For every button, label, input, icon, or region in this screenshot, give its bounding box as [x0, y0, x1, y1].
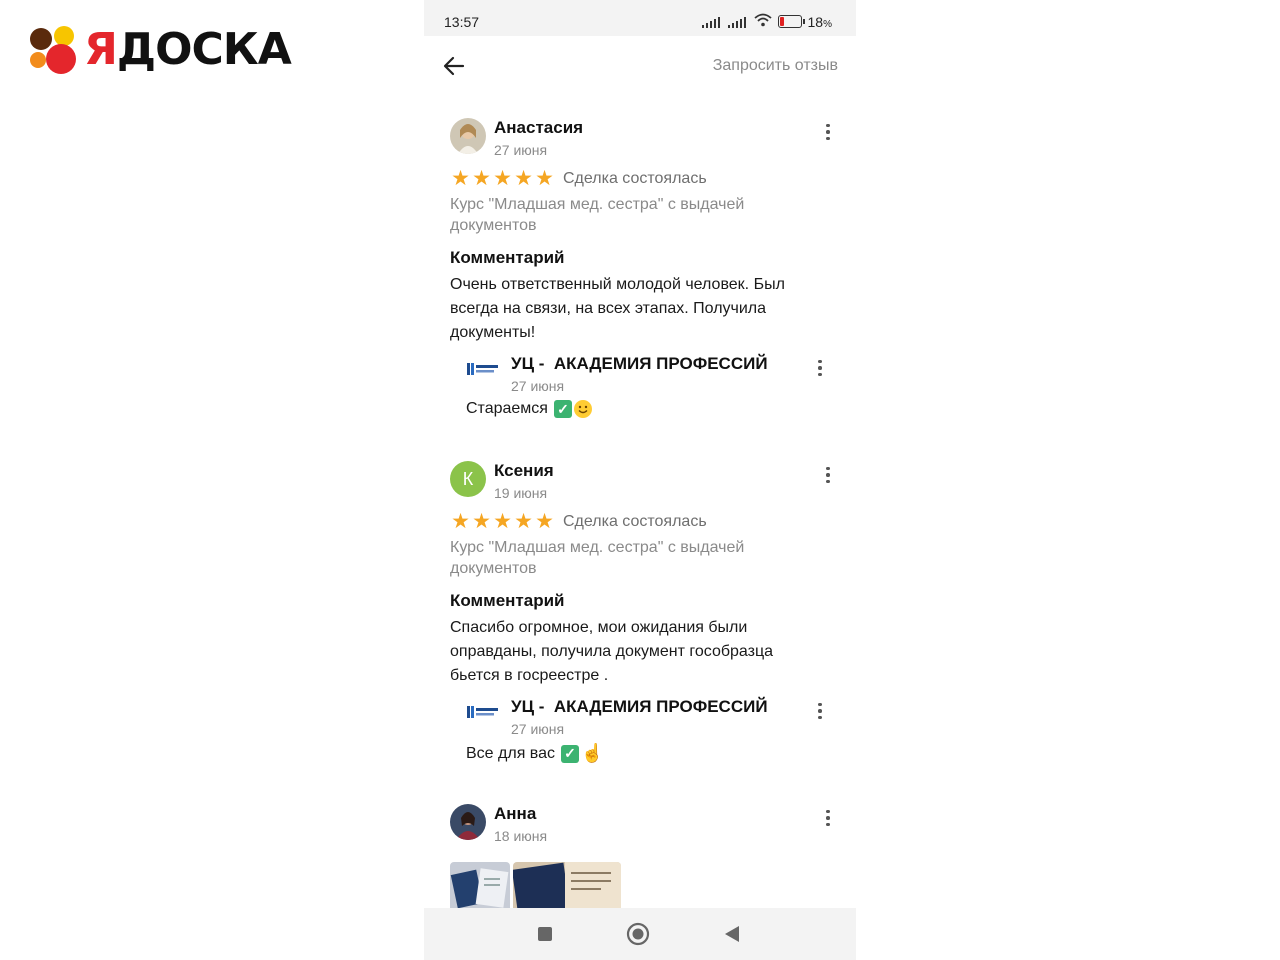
top-bar: Запросить отзыв: [424, 36, 856, 96]
system-nav-bar: [424, 908, 856, 960]
nav-back-button[interactable]: [720, 922, 744, 946]
star-icon: ★: [472, 510, 491, 533]
reply-text: Стараемся: [466, 400, 548, 417]
review-card: Анна 18 июня: [450, 804, 830, 864]
nav-recents-icon: [538, 927, 552, 941]
smile-icon: [573, 400, 592, 418]
logo-dot-yellow: [54, 26, 74, 46]
logo-dot-brown: [30, 28, 52, 50]
avatar-initial: К: [462, 468, 474, 489]
rating-stars: ★ ★ ★ ★ ★ Сделка состоялась: [450, 168, 707, 190]
nav-back-icon: [725, 926, 739, 942]
item-title[interactable]: Курс "Младшая мед. сестра" с выдачей док…: [450, 537, 790, 579]
seller-logo: [466, 703, 500, 721]
more-options-button[interactable]: [816, 120, 840, 144]
battery-icon: [777, 15, 805, 28]
reviews-list: Анастасия 27 июня ★ ★ ★ ★ ★ Сделка состо…: [424, 96, 856, 908]
reviewer-name[interactable]: Ксения: [494, 461, 554, 481]
nav-home-icon: [626, 922, 650, 946]
comment-heading: Комментарий: [450, 248, 565, 267]
check-mark-icon: ✓: [553, 400, 572, 418]
back-button[interactable]: [438, 50, 470, 82]
reply-text-row: Все для вас ✓ ☝: [466, 743, 603, 764]
avatar[interactable]: [450, 804, 486, 840]
review-card: К Ксения 19 июня ★ ★ ★ ★ ★ Сделка состоя…: [450, 461, 830, 781]
comment-text: Спасибо огромное, мои ожидания были опра…: [450, 619, 774, 684]
reply-date: 27 июня: [511, 721, 565, 737]
brand-logo: ЯДОСКА: [26, 22, 292, 78]
reply-text: Все для вас: [466, 744, 556, 762]
star-icon: ★: [514, 510, 533, 533]
comment-heading: Комментарий: [450, 591, 565, 610]
star-icon: ★: [514, 167, 533, 190]
battery-percent: 18%: [807, 13, 832, 30]
seller-reply: УЦ - АКАДЕМИЯ ПРОФЕССИЙ 27 июня Стараемс…: [466, 354, 826, 426]
deal-status: Сделка состоялась: [563, 513, 707, 530]
logo-dot-red: [46, 44, 76, 74]
status-bar: 13:57 18%: [424, 0, 856, 36]
request-review-link[interactable]: Запросить отзыв: [713, 57, 838, 75]
reply-more-options-button[interactable]: [808, 356, 832, 380]
reviewer-name[interactable]: Анастасия: [494, 118, 583, 138]
nav-recents-button[interactable]: [533, 922, 557, 946]
reply-text-row: Стараемся ✓: [466, 400, 592, 418]
review-date: 18 июня: [494, 828, 548, 844]
star-icon: ★: [451, 510, 470, 533]
reviewer-name[interactable]: Анна: [494, 804, 536, 824]
review-date: 27 июня: [494, 142, 548, 158]
seller-name[interactable]: УЦ - АКАДЕМИЯ ПРОФЕССИЙ: [511, 354, 768, 374]
signal-icon-2: [727, 16, 748, 28]
avatar[interactable]: К: [450, 461, 486, 497]
reply-more-options-button[interactable]: [808, 699, 832, 723]
check-mark-icon: ✓: [561, 744, 580, 763]
review-photos: [450, 862, 621, 908]
phone-screen: 13:57 18% Запросить отзыв Анастасия 27 и…: [424, 0, 856, 960]
star-icon: ★: [535, 167, 554, 190]
deal-status: Сделка состоялась: [563, 170, 707, 187]
wifi-icon: [753, 13, 772, 30]
comment-text: Очень ответственный молодой человек. Был…: [450, 276, 785, 341]
signal-icon: [701, 16, 722, 28]
brand-word: ДОСКА: [116, 24, 292, 75]
brand-letter: Я: [84, 24, 118, 75]
status-time: 13:57: [444, 14, 480, 30]
seller-reply: УЦ - АКАДЕМИЯ ПРОФЕССИЙ 27 июня Все для …: [466, 697, 826, 769]
avatar[interactable]: [450, 118, 486, 154]
back-arrow-icon: [443, 56, 465, 76]
review-photo[interactable]: [450, 862, 510, 908]
star-icon: ★: [493, 510, 512, 533]
more-options-button[interactable]: [816, 463, 840, 487]
brand-name: ЯДОСКА: [84, 24, 292, 76]
item-title[interactable]: Курс "Младшая мед. сестра" с выдачей док…: [450, 194, 790, 236]
nav-home-button[interactable]: [626, 922, 650, 946]
pointing-finger-icon: ☝: [581, 743, 604, 763]
rating-stars: ★ ★ ★ ★ ★ Сделка состоялась: [450, 511, 707, 533]
review-date: 19 июня: [494, 485, 548, 501]
status-icons: 18%: [701, 13, 832, 30]
review-card: Анастасия 27 июня ★ ★ ★ ★ ★ Сделка состо…: [450, 118, 830, 438]
seller-name[interactable]: УЦ - АКАДЕМИЯ ПРОФЕССИЙ: [511, 697, 768, 717]
star-icon: ★: [493, 167, 512, 190]
seller-logo: [466, 360, 500, 378]
more-options-button[interactable]: [816, 806, 840, 830]
review-photo[interactable]: [513, 862, 621, 908]
reply-date: 27 июня: [511, 378, 565, 394]
star-icon: ★: [451, 167, 470, 190]
star-icon: ★: [535, 510, 554, 533]
logo-dot-orange: [30, 52, 46, 68]
star-icon: ★: [472, 167, 491, 190]
